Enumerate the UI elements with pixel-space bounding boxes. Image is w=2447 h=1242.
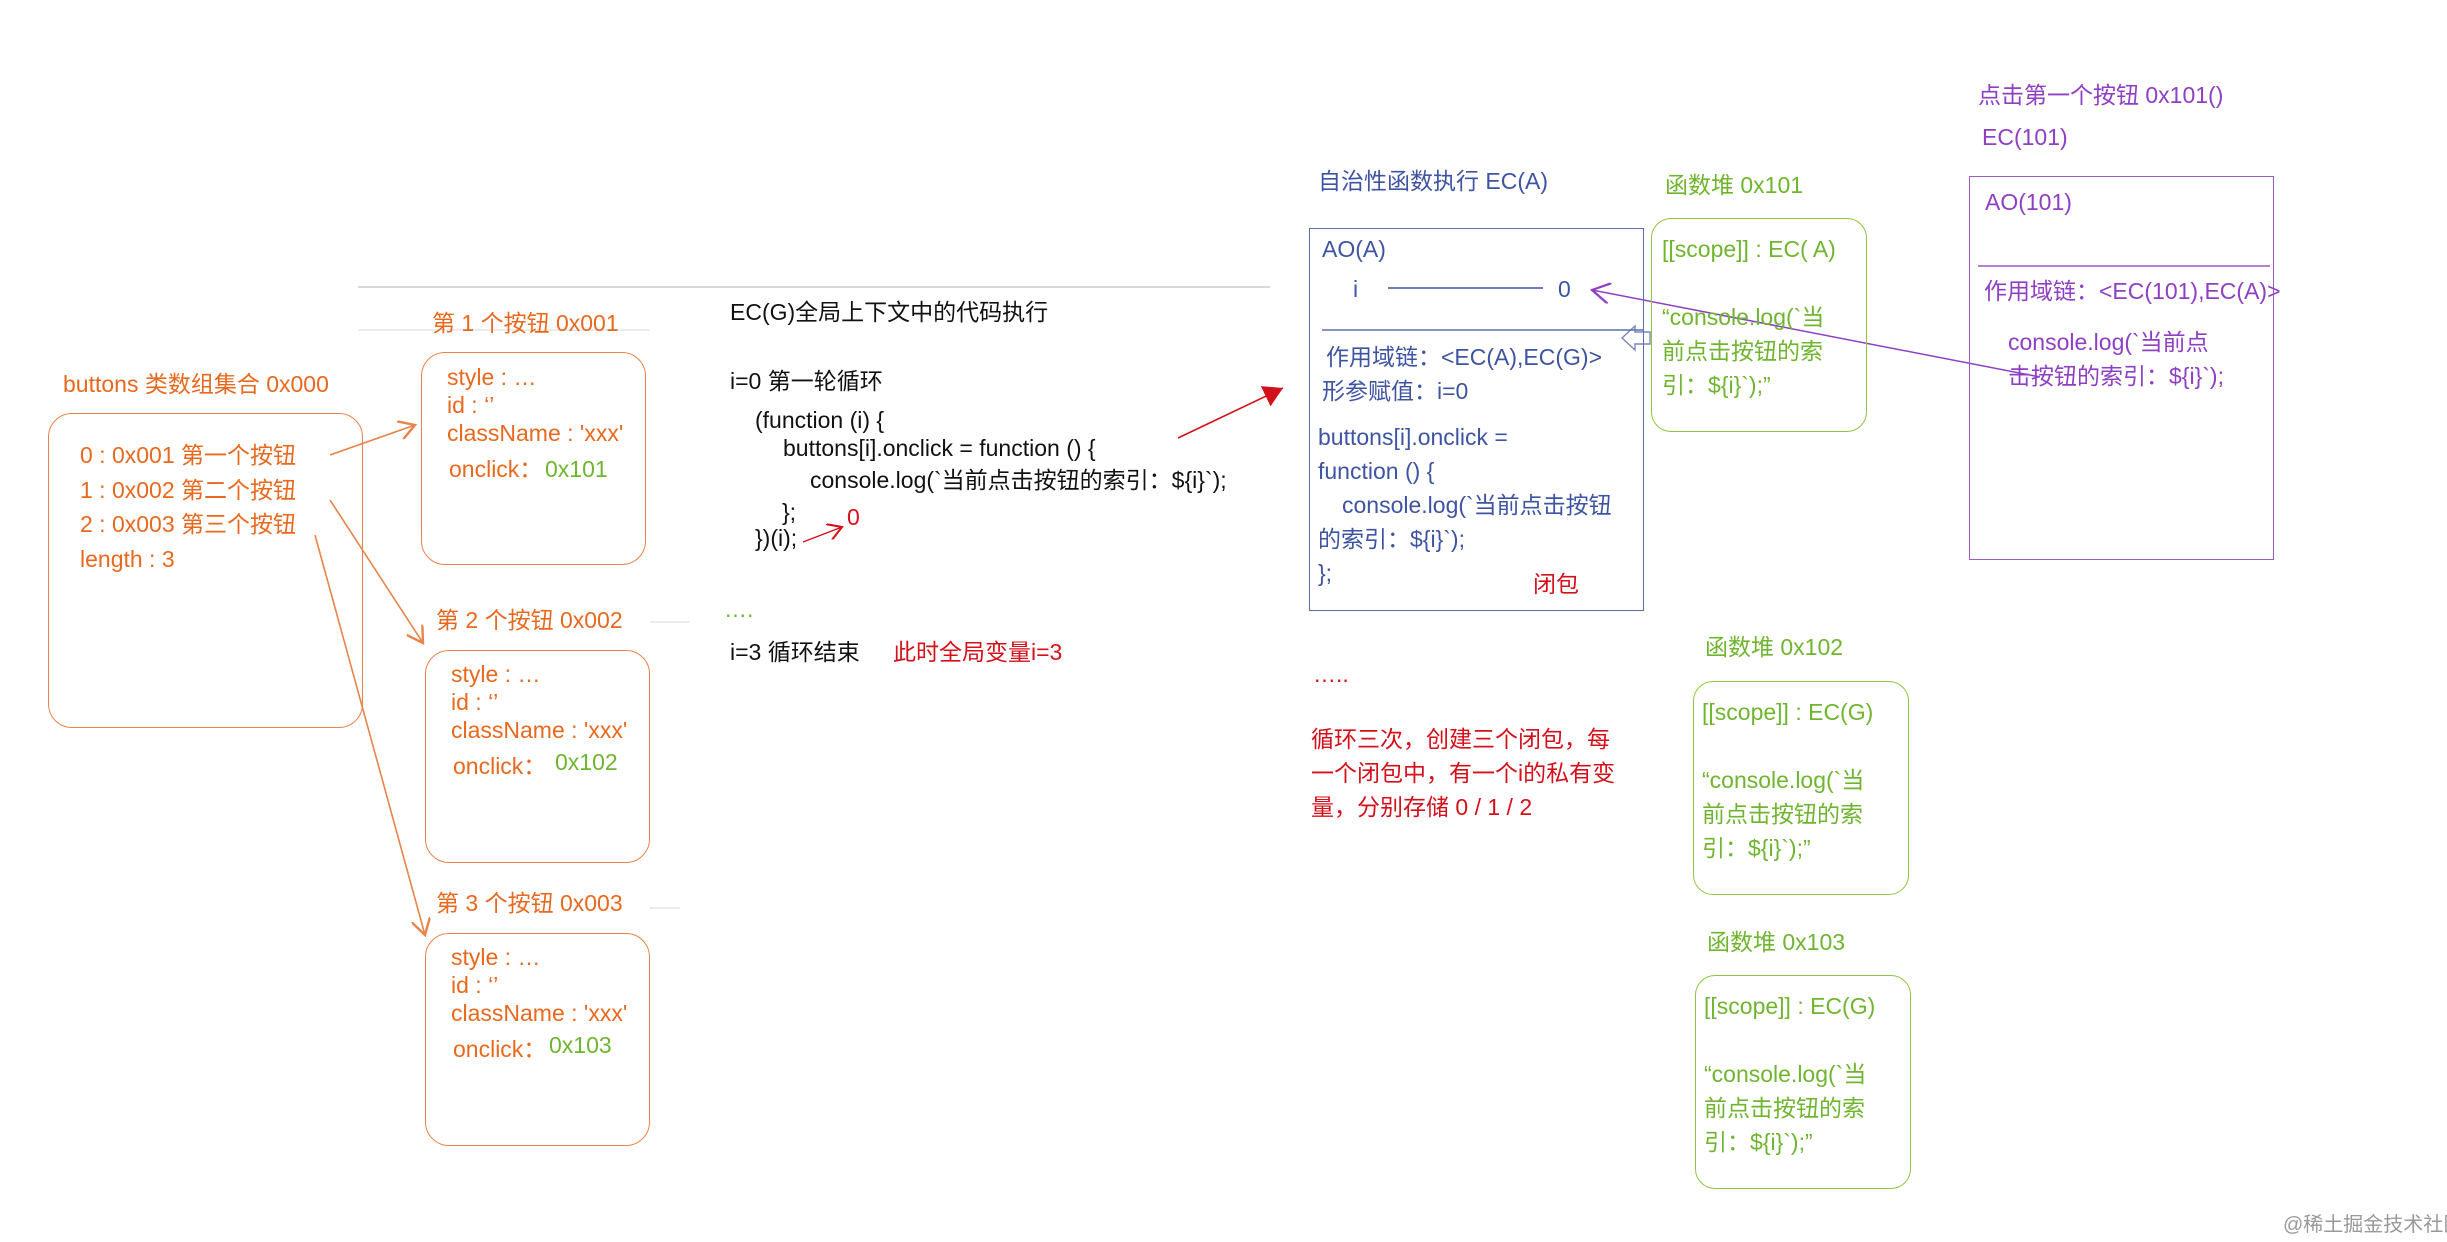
- button-object-title: 第 2 个按钮 0x002: [436, 607, 623, 633]
- heap-code-line: 引：${i}`);”: [1702, 835, 1811, 861]
- buttons-array-item: 2 : 0x003 第三个按钮: [80, 511, 297, 537]
- summary-line: 循环三次，创建三个闭包，每: [1311, 726, 1610, 752]
- heap-code-line: “console.log(`当: [1702, 767, 1865, 793]
- ao-a-var-value: 0: [1558, 276, 1571, 302]
- ec-101-code-line: console.log(`当前点: [2008, 329, 2209, 355]
- code-line: })(i);: [755, 525, 798, 551]
- button-object-classname: className : 'xxx': [447, 420, 624, 446]
- ec-a-code-line: function () {: [1318, 458, 1435, 484]
- ec-a-code-line: buttons[i].onclick =: [1318, 424, 1508, 450]
- heap-code-line: “console.log(`当: [1704, 1061, 1867, 1087]
- heap-title: 函数堆 0x103: [1707, 929, 1846, 955]
- click-first-button-title: 点击第一个按钮 0x101(): [1978, 82, 2224, 108]
- heap-code-line: 前点击按钮的索: [1704, 1095, 1865, 1121]
- button-object-title: 第 1 个按钮 0x001: [432, 310, 619, 336]
- ec-a-ellipsis: …..: [1313, 661, 1349, 687]
- button-object-classname: className : 'xxx': [451, 717, 628, 743]
- ec-a-code-line: };: [1318, 560, 1333, 586]
- button-object-onclick-value: 0x103: [549, 1032, 612, 1058]
- heap-title: 函数堆 0x101: [1665, 172, 1804, 198]
- loop-end-note: 此时全局变量i=3: [893, 639, 1063, 665]
- heap-code-line: “console.log(`当: [1662, 304, 1825, 330]
- button-object-onclick-label: onclick：: [453, 753, 547, 779]
- button-object-title: 第 3 个按钮 0x003: [436, 890, 623, 916]
- loop-end-label: i=3 循环结束: [730, 639, 860, 665]
- heap-code-line: 前点击按钮的索: [1662, 338, 1823, 364]
- ao-a-label: AO(A): [1322, 236, 1386, 262]
- buttons-array-item: 1 : 0x002 第二个按钮: [80, 477, 297, 503]
- buttons-array-item: length : 3: [80, 546, 175, 572]
- summary-line: 量，分别存储 0 / 1 / 2: [1311, 794, 1533, 820]
- ec-101-title: EC(101): [1982, 124, 2068, 150]
- code-line: buttons[i].onclick = function () {: [783, 435, 1096, 461]
- button-object-classname: className : 'xxx': [451, 1000, 628, 1026]
- code-line: console.log(`当前点击按钮的索引：${i}`);: [810, 467, 1227, 493]
- ec-a-code-line: console.log(`当前点击按钮: [1342, 492, 1612, 518]
- ec-a-param-assign: 形参赋值：i=0: [1322, 378, 1469, 404]
- buttons-array-title: buttons 类数组集合 0x000: [63, 371, 329, 397]
- heap-scope: [[scope]] : EC(G): [1702, 699, 1874, 725]
- button-object-onclick-label: onclick：: [453, 1036, 547, 1062]
- argument-value: 0: [847, 504, 860, 530]
- button-object-onclick-value: 0x101: [545, 456, 608, 482]
- heap-code-line: 引：${i}`);”: [1662, 372, 1771, 398]
- heap-scope: [[scope]] : EC( A): [1662, 236, 1836, 262]
- ec-a-code-line: 的索引：${i}`);: [1318, 526, 1465, 552]
- loop-first-label: i=0 第一轮循环: [730, 368, 883, 394]
- closure-label: 闭包: [1533, 571, 1579, 597]
- ec-101-code-line: 击按钮的索引：${i}`);: [2008, 363, 2224, 389]
- global-code-title: EC(G)全局上下文中的代码执行: [730, 299, 1049, 325]
- button-object-onclick-value: 0x102: [555, 749, 618, 775]
- watermark: @稀土掘金技术社区: [2283, 1214, 2447, 1236]
- button-object-onclick-label: onclick：: [449, 456, 543, 482]
- heap-scope: [[scope]] : EC(G): [1704, 993, 1876, 1019]
- global-ellipsis: ….: [724, 596, 754, 622]
- ec-a-scope-chain: 作用域链：<EC(A),EC(G)>: [1326, 344, 1603, 370]
- ec-a-title: 自治性函数执行 EC(A): [1318, 168, 1548, 194]
- heap-title: 函数堆 0x102: [1705, 634, 1844, 660]
- ec-101-scope-chain: 作用域链：<EC(101),EC(A)>: [1984, 278, 2281, 304]
- ao-101-label: AO(101): [1985, 189, 2072, 215]
- ao-a-var-name: i: [1353, 276, 1359, 302]
- heap-code-line: 引：${i}`);”: [1704, 1129, 1813, 1155]
- summary-line: 一个闭包中，有一个i的私有变: [1311, 760, 1616, 786]
- buttons-array-item: 0 : 0x001 第一个按钮: [80, 442, 297, 468]
- heap-code-line: 前点击按钮的索: [1702, 801, 1863, 827]
